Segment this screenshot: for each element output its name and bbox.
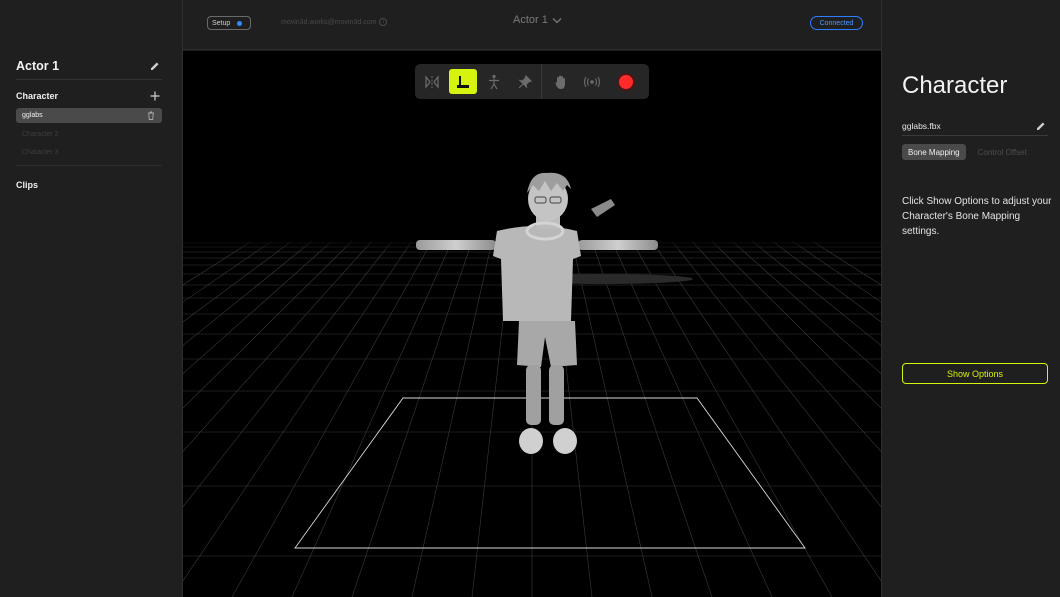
sidebar-divider bbox=[16, 165, 162, 166]
character-item-label: Character 2 bbox=[22, 131, 59, 138]
tab-control-offset[interactable]: Control Offset bbox=[972, 144, 1033, 160]
character-item-3[interactable]: Character 3 bbox=[16, 145, 162, 160]
right-panel: Character gglabs.fbx Bone Mapping Contro… bbox=[881, 0, 1060, 597]
connection-status-badge: Connected bbox=[810, 16, 863, 30]
actor-select[interactable]: Actor 1 bbox=[513, 14, 562, 26]
setup-status-dot bbox=[237, 20, 243, 26]
toolbar-divider bbox=[541, 64, 542, 99]
pin-tool[interactable] bbox=[511, 69, 539, 94]
left-sidebar: Actor 1 Character gglabs Character 2 Cha… bbox=[0, 0, 183, 597]
viewport-toolbar bbox=[415, 64, 649, 99]
character-item-2[interactable]: Character 2 bbox=[16, 127, 162, 142]
add-character-icon[interactable] bbox=[148, 89, 162, 103]
scene-canvas bbox=[183, 172, 881, 597]
actor-title: Actor 1 bbox=[16, 58, 60, 73]
clips-section-header[interactable]: Clips bbox=[16, 180, 162, 190]
pin-icon bbox=[518, 74, 532, 89]
character-item-label: gglabs bbox=[22, 112, 43, 119]
hand-icon bbox=[555, 75, 565, 89]
skeleton-icon bbox=[489, 74, 499, 89]
tab-bone-mapping[interactable]: Bone Mapping bbox=[902, 144, 966, 160]
broadcast-icon bbox=[583, 76, 601, 87]
clips-section-label: Clips bbox=[16, 180, 39, 190]
record-button[interactable] bbox=[612, 69, 640, 94]
record-icon bbox=[617, 72, 635, 91]
hand-tool[interactable] bbox=[547, 69, 575, 94]
floor-tool[interactable] bbox=[449, 69, 477, 94]
panel-title: Character bbox=[902, 72, 1008, 99]
actor-select-label: Actor 1 bbox=[513, 14, 548, 26]
character-model bbox=[416, 172, 658, 454]
help-text: Click Show Options to adjust your Charac… bbox=[902, 196, 1052, 237]
edit-actor-icon[interactable] bbox=[148, 59, 162, 73]
character-item-label: Character 3 bbox=[22, 149, 59, 156]
info-icon[interactable]: i bbox=[379, 18, 388, 26]
account-email: movin3d.works@movin3d.com i bbox=[281, 18, 388, 26]
character-file-row: gglabs.fbx bbox=[902, 120, 1048, 136]
character-section-label: Character bbox=[16, 91, 59, 101]
file-name: gglabs.fbx bbox=[902, 120, 941, 131]
panel-tabs: Bone Mapping Control Offset bbox=[902, 144, 1033, 160]
character-item-gglabs[interactable]: gglabs bbox=[16, 108, 162, 123]
3d-viewport[interactable] bbox=[183, 51, 881, 597]
skeleton-tool[interactable] bbox=[480, 69, 508, 94]
setup-toggle[interactable]: Setup bbox=[207, 16, 251, 30]
edit-file-icon[interactable] bbox=[1034, 119, 1048, 133]
show-options-button[interactable]: Show Options bbox=[902, 363, 1048, 384]
mirror-tool[interactable] bbox=[418, 69, 446, 94]
setup-label: Setup bbox=[212, 19, 231, 27]
trash-icon[interactable] bbox=[144, 109, 158, 123]
chevron-down-icon bbox=[552, 17, 562, 23]
email-text: movin3d.works@movin3d.com bbox=[281, 18, 377, 26]
actor-header: Actor 1 bbox=[16, 58, 162, 80]
broadcast-tool[interactable] bbox=[578, 69, 606, 94]
floor-icon bbox=[457, 75, 469, 88]
character-section-header: Character bbox=[16, 89, 162, 103]
top-bar: Setup movin3d.works@movin3d.com i Actor … bbox=[183, 0, 881, 50]
mirror-icon bbox=[425, 74, 439, 89]
